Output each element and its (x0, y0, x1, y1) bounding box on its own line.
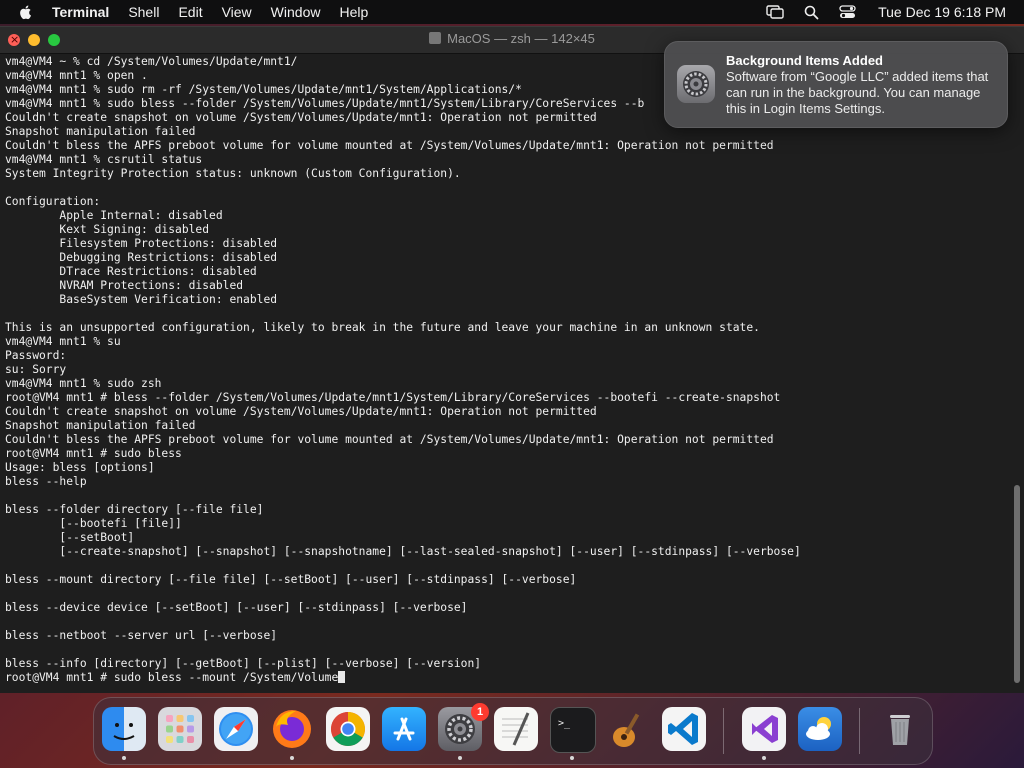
control-center-icon[interactable] (839, 5, 856, 19)
textedit-icon[interactable] (494, 707, 538, 751)
terminal-line: su: Sorry (5, 363, 67, 376)
terminal-current-input: root@VM4 mnt1 # sudo bless --mount /Syst… (5, 671, 339, 684)
terminal-line: bless --info [directory] [--getBoot] [--… (5, 657, 482, 670)
terminal-line: NVRAM Protections: disabled (5, 279, 244, 292)
svg-text:>_: >_ (558, 718, 571, 729)
visual-studio-icon[interactable] (742, 707, 786, 751)
spotlight-search-icon[interactable] (804, 5, 819, 20)
terminal-line: System Integrity Protection status: unkn… (5, 167, 461, 180)
terminal-line: bless --mount directory [--file file] [-… (5, 573, 577, 586)
terminal-line: Couldn't create snapshot on volume /Syst… (5, 405, 597, 418)
terminal-line: Snapshot manipulation failed (5, 419, 196, 432)
terminal-line: bless --folder directory [--file file] (5, 503, 264, 516)
app-store-icon[interactable] (382, 707, 426, 751)
terminal-line: Couldn't bless the APFS preboot volume f… (5, 139, 774, 152)
notification-banner[interactable]: Background Items Added Software from “Go… (664, 41, 1008, 128)
running-indicator (570, 756, 574, 760)
terminal-line: bless --device device [--setBoot] [--use… (5, 601, 468, 614)
terminal-output[interactable]: vm4@VM4 ~ % cd /System/Volumes/Update/mn… (5, 55, 1010, 687)
vscode-icon[interactable] (662, 707, 706, 751)
window-title-text: MacOS — zsh — 142×45 (447, 31, 595, 46)
terminal-line: vm4@VM4 mnt1 % su (5, 335, 121, 348)
terminal-line: Filesystem Protections: disabled (5, 237, 278, 250)
launchpad-icon[interactable] (158, 707, 202, 751)
system-settings-icon (677, 65, 715, 103)
terminal-line: Apple Internal: disabled (5, 209, 223, 222)
notification-title: Background Items Added (726, 53, 883, 68)
terminal-line: Usage: bless [options] (5, 461, 155, 474)
terminal-line: vm4@VM4 mnt1 % csrutil status (5, 153, 203, 166)
terminal-line: DTrace Restrictions: disabled (5, 265, 257, 278)
text-cursor (338, 671, 346, 683)
terminal-line: root@VM4 mnt1 # sudo bless (5, 447, 182, 460)
firefox-icon[interactable] (270, 707, 314, 751)
weather-icon[interactable] (798, 707, 842, 751)
safari-icon[interactable] (214, 707, 258, 751)
drive-icon (429, 32, 442, 44)
trash-icon[interactable] (878, 707, 922, 751)
running-indicator (290, 756, 294, 760)
garageband-icon[interactable] (606, 707, 650, 751)
terminal-line: [--create-snapshot] [--snapshot] [--snap… (5, 545, 801, 558)
terminal-line: [--setBoot] (5, 531, 135, 544)
terminal-line: Kext Signing: disabled (5, 223, 210, 236)
chrome-icon[interactable] (326, 707, 370, 751)
running-indicator (458, 756, 462, 760)
menu-help[interactable]: Help (339, 4, 368, 20)
terminal-line: Password: (5, 349, 67, 362)
screen-mirroring-icon[interactable] (766, 5, 784, 19)
running-indicator (762, 756, 766, 760)
terminal-line: [--bootefi [file]] (5, 517, 182, 530)
terminal-line: root@VM4 mnt1 # bless --folder /System/V… (5, 391, 781, 404)
menu-view[interactable]: View (222, 4, 252, 20)
terminal-line: bless --help (5, 475, 87, 488)
notification-badge: 1 (471, 703, 489, 721)
finder-icon[interactable] (102, 707, 146, 751)
dock-separator (723, 708, 724, 754)
terminal-icon[interactable]: >_ (550, 707, 596, 753)
terminal-line: Configuration: (5, 195, 101, 208)
dock-separator (859, 708, 860, 754)
menu-edit[interactable]: Edit (178, 4, 202, 20)
menu-window[interactable]: Window (271, 4, 321, 20)
terminal-line: BaseSystem Verification: enabled (5, 293, 278, 306)
menu-shell[interactable]: Shell (128, 4, 159, 20)
menu-clock[interactable]: Tue Dec 19 6:18 PM (878, 4, 1006, 20)
terminal-prompt-line[interactable]: root@VM4 mnt1 # sudo bless --mount /Syst… (5, 671, 1010, 685)
terminal-line: Couldn't bless the APFS preboot volume f… (5, 433, 774, 446)
terminal-line: bless --netboot --server url [--verbose] (5, 629, 278, 642)
terminal-line: This is an unsupported configuration, li… (5, 321, 760, 334)
scrollbar[interactable] (1014, 485, 1020, 683)
terminal-line: vm4@VM4 mnt1 % sudo zsh (5, 377, 162, 390)
dock: 1 >_ (93, 697, 933, 765)
running-indicator (122, 756, 126, 760)
menu-bar: Terminal Shell Edit View Window Help Tue… (0, 0, 1024, 24)
menu-app-name[interactable]: Terminal (52, 4, 109, 20)
notification-body: Software from “Google LLC” added items t… (726, 69, 989, 116)
apple-menu-icon[interactable] (18, 4, 34, 20)
terminal-line: Debugging Restrictions: disabled (5, 251, 278, 264)
